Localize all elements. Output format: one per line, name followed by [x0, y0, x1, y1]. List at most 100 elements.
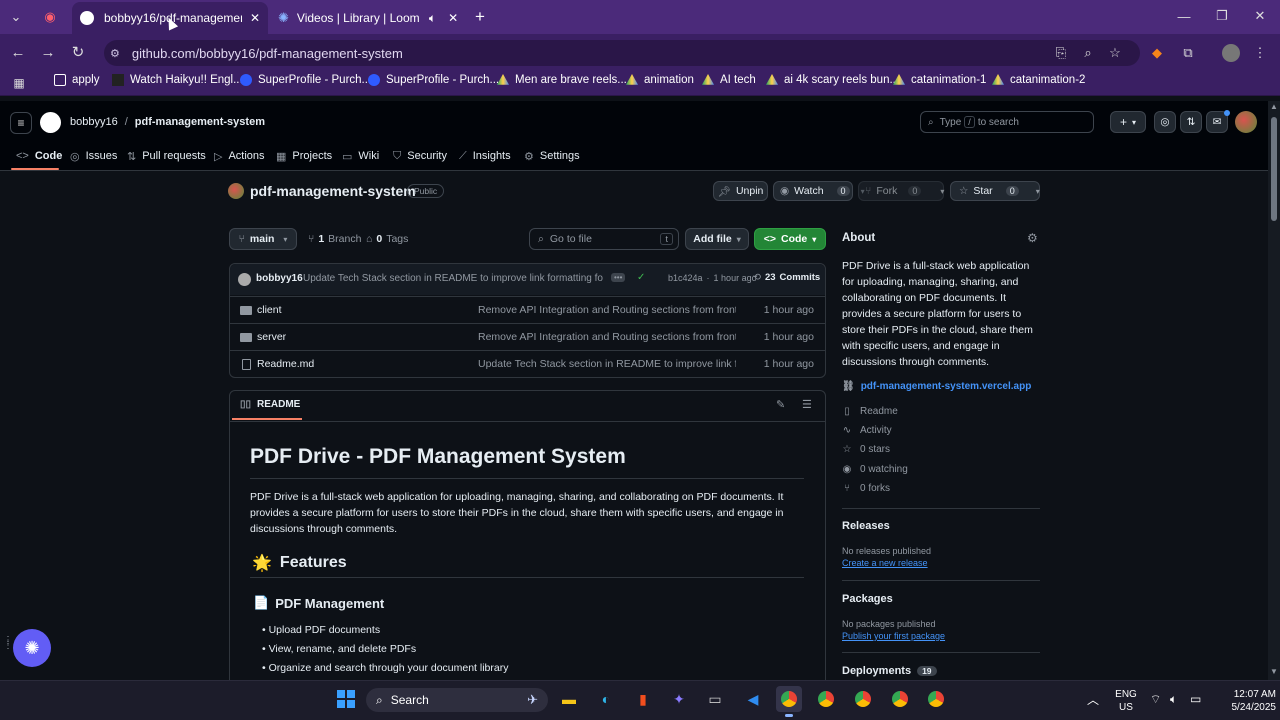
commit-message[interactable]: Update Tech Stack section in README to i…: [303, 273, 603, 284]
tab-code[interactable]: <> Code: [16, 146, 62, 166]
url-text[interactable]: github.com/bobbyy16/pdf-management-syste…: [132, 46, 403, 61]
tab-search-button[interactable]: ⌄: [6, 8, 26, 26]
branches-link[interactable]: ⑂ 1 Branch: [308, 233, 361, 245]
figma-icon[interactable]: ▮: [630, 686, 656, 712]
chrome-icon[interactable]: [813, 686, 839, 712]
vscode-icon[interactable]: ◀: [740, 686, 766, 712]
extension-fox-icon[interactable]: ◆: [1148, 44, 1166, 62]
tab-security[interactable]: ⛉ Security: [393, 146, 447, 166]
back-button[interactable]: ←: [8, 42, 28, 62]
taskbar-search[interactable]: ⌕ Search ✈: [366, 688, 548, 712]
commits-link[interactable]: ⟲ 23 Commits: [753, 272, 820, 283]
tab-settings[interactable]: ⚙ Settings: [524, 146, 580, 166]
go-to-file-input[interactable]: ⌕ Go to file t: [529, 228, 679, 250]
tags-link[interactable]: ⌂ 0 Tags: [366, 233, 408, 245]
file-commit-message[interactable]: Remove API Integration and Routing secti…: [478, 304, 736, 316]
bookmark-item[interactable]: Men are brave reels...: [497, 74, 627, 86]
minimize-button[interactable]: —: [1172, 6, 1196, 26]
close-tab-icon[interactable]: ✕: [250, 11, 260, 25]
github-logo-icon[interactable]: [40, 112, 61, 133]
table-row[interactable]: server Remove API Integration and Routin…: [229, 323, 826, 350]
outline-list-icon[interactable]: ☰: [802, 398, 812, 411]
terminal-icon[interactable]: ▭: [702, 686, 728, 712]
chrome-icon[interactable]: [850, 686, 876, 712]
branch-selector[interactable]: ⑂ main ▾: [229, 228, 297, 250]
scroll-down-arrow-icon[interactable]: ▼: [1270, 667, 1278, 676]
battery-icon[interactable]: ▭: [1190, 692, 1201, 706]
language-indicator[interactable]: ENG US: [1112, 688, 1140, 714]
about-settings-gear-icon[interactable]: ⚙: [1027, 231, 1038, 245]
bookmark-item[interactable]: catanimation-1: [893, 74, 986, 86]
file-name[interactable]: client: [257, 304, 282, 316]
issues-icon[interactable]: ◎: [1154, 111, 1176, 133]
scrollbar-thumb[interactable]: [1271, 117, 1277, 221]
profile-avatar[interactable]: [1222, 44, 1240, 62]
audio-playing-icon[interactable]: 🔈︎: [429, 11, 436, 26]
bookmark-item[interactable]: SuperProfile - Purch...: [368, 74, 499, 86]
commit-hash[interactable]: b1c424a: [668, 273, 703, 283]
website-link[interactable]: ⛓ pdf-management-system.vercel.app: [842, 381, 1031, 392]
expand-commit-button[interactable]: •••: [611, 273, 626, 282]
drag-handle-icon[interactable]: ⋮ ⋮: [3, 636, 13, 651]
bookmark-item[interactable]: Watch Haikyu!! Engl...: [112, 74, 243, 86]
packages-heading[interactable]: Packages: [842, 593, 893, 605]
chrome-icon[interactable]: [776, 686, 802, 712]
tab-pull-requests[interactable]: ⇅ Pull requests: [127, 146, 206, 166]
app-icon[interactable]: ✦: [666, 686, 692, 712]
releases-heading[interactable]: Releases: [842, 520, 890, 532]
hamburger-menu-button[interactable]: ≡: [10, 112, 32, 134]
bookmark-item[interactable]: catanimation-2: [992, 74, 1085, 86]
bookmark-item[interactable]: apply: [54, 74, 100, 86]
breadcrumb-owner[interactable]: bobbyy16: [70, 116, 118, 128]
scroll-up-arrow-icon[interactable]: ▲: [1270, 102, 1278, 111]
create-release-link[interactable]: Create a new release: [842, 558, 928, 568]
table-row[interactable]: Readme.md Update Tech Stack section in R…: [229, 350, 826, 377]
bookmark-item[interactable]: AI tech: [702, 74, 756, 86]
code-button[interactable]: <> Code ▾: [754, 228, 826, 250]
table-row[interactable]: client Remove API Integration and Routin…: [229, 296, 826, 323]
new-tab-button[interactable]: +: [470, 7, 490, 27]
address-bar[interactable]: ⚙︎ github.com/bobbyy16/pdf-management-sy…: [104, 40, 1140, 66]
tab-actions[interactable]: ▷ Actions: [214, 146, 265, 166]
deployments-heading[interactable]: Deployments 19: [842, 665, 937, 677]
tab-projects[interactable]: ▦ Projects: [276, 146, 332, 166]
activity-link[interactable]: ∿ Activity: [842, 425, 892, 436]
file-commit-message[interactable]: Remove API Integration and Routing secti…: [478, 331, 736, 343]
forks-link[interactable]: ⑂ 0 forks: [842, 483, 890, 494]
chrome-icon[interactable]: [923, 686, 949, 712]
extensions-puzzle-icon[interactable]: ⧉: [1179, 44, 1197, 62]
tab-issues[interactable]: ◎ Issues: [70, 146, 117, 166]
bookmark-item[interactable]: SuperProfile - Purch...: [240, 74, 371, 86]
file-commit-message[interactable]: Update Tech Stack section in README to i…: [478, 358, 736, 370]
loom-record-button[interactable]: ✺: [13, 629, 51, 667]
file-name[interactable]: server: [257, 331, 286, 343]
page-scrollbar[interactable]: ▲ ▼: [1268, 101, 1280, 680]
tray-chevron-up-icon[interactable]: ︿: [1087, 691, 1099, 708]
bookmark-item[interactable]: ai 4k scary reels bun...: [766, 74, 899, 86]
close-window-button[interactable]: ✕: [1248, 6, 1272, 26]
file-name[interactable]: Readme.md: [257, 358, 314, 370]
windows-start-icon[interactable]: [333, 686, 359, 712]
file-explorer-icon[interactable]: ▬: [556, 686, 582, 712]
restore-button[interactable]: ❐: [1210, 6, 1234, 26]
zoom-icon[interactable]: ⌕: [1079, 44, 1097, 62]
commit-author[interactable]: bobbyy16: [256, 273, 303, 284]
bookmark-item[interactable]: animation: [626, 74, 694, 86]
watch-button[interactable]: ◉Watch 0 ▾: [773, 181, 865, 201]
readme-tab[interactable]: ▯▯ README: [240, 399, 300, 410]
bookmark-star-icon[interactable]: ☆: [1106, 44, 1124, 62]
stars-link[interactable]: ☆ 0 stars: [842, 444, 891, 455]
wifi-icon[interactable]: ⌔: [1150, 692, 1161, 707]
create-new-button[interactable]: + ▾: [1110, 111, 1146, 133]
volume-icon[interactable]: 🔈︎: [1170, 692, 1177, 707]
fork-button[interactable]: ⑂ Fork 0 ▾: [858, 181, 944, 201]
tab-insights[interactable]: ⟋ Insights: [459, 146, 511, 166]
repo-title[interactable]: pdf-management-system: [250, 183, 416, 199]
chrome-icon[interactable]: [887, 686, 913, 712]
pull-requests-icon[interactable]: ⇅: [1180, 111, 1202, 133]
tab-loom[interactable]: ✺ Videos | Library | Loom 🔈︎ ✕: [270, 2, 466, 34]
site-info-icon[interactable]: ⚙︎: [110, 47, 120, 60]
tab-wiki[interactable]: ▭ Wiki: [342, 146, 379, 166]
add-file-button[interactable]: Add file ▾: [685, 228, 749, 250]
forward-button[interactable]: →: [38, 42, 58, 62]
